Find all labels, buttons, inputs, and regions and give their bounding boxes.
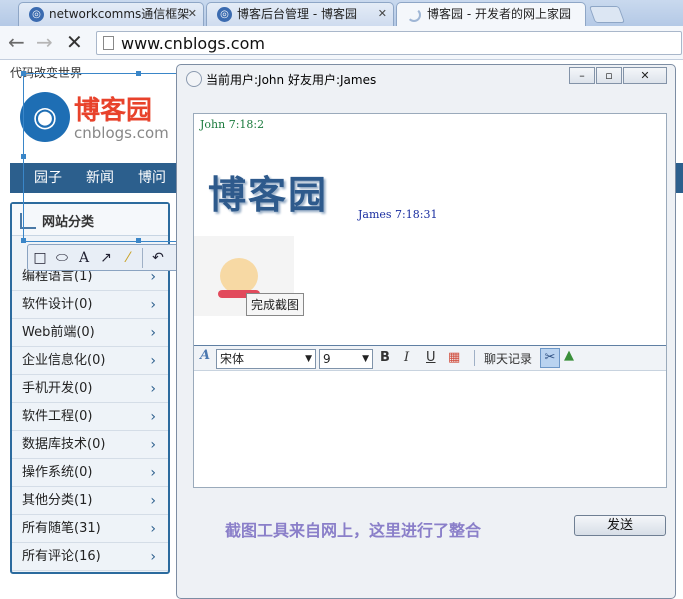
category-label: 操作系统(0) <box>22 465 93 480</box>
arrow-tool-icon[interactable]: ↗ <box>96 248 116 268</box>
chat-history-button[interactable]: 聊天记录 <box>484 350 532 367</box>
chevron-right-icon: › <box>150 521 156 537</box>
resize-handle[interactable] <box>21 71 26 76</box>
message-header: James 7:18:31 <box>358 208 438 221</box>
globe-icon: ◎ <box>29 7 44 22</box>
message-big-text: 博客园 <box>208 172 329 217</box>
globe-icon: ◎ <box>217 7 232 22</box>
category-label: 所有随笔(31) <box>22 521 101 536</box>
resize-handle[interactable] <box>21 154 26 159</box>
chevron-right-icon: › <box>150 409 156 425</box>
app-icon <box>186 71 202 87</box>
message-input[interactable] <box>194 372 666 487</box>
category-label: 数据库技术(0) <box>22 437 106 452</box>
new-tab-button[interactable] <box>588 6 626 23</box>
category-item[interactable]: 软件设计(0) › <box>12 291 168 319</box>
stop-loading-icon[interactable]: ✕ <box>66 31 83 53</box>
tab-networkcomms[interactable]: ◎ networkcomms通信框架 ✕ <box>18 2 204 26</box>
category-item[interactable]: 软件工程(0) › <box>12 403 168 431</box>
chevron-right-icon: › <box>150 325 156 341</box>
chevron-right-icon: › <box>150 353 156 369</box>
screenshot-icon[interactable]: ✂ <box>540 348 560 368</box>
category-item[interactable]: 手机开发(0) › <box>12 375 168 403</box>
font-size-select[interactable]: 9 ▼ <box>319 349 373 369</box>
close-tab-icon[interactable]: ✕ <box>188 3 197 25</box>
font-family-select[interactable]: 宋体 ▼ <box>216 349 316 369</box>
resize-handle[interactable] <box>21 238 26 243</box>
category-label: 手机开发(0) <box>22 381 93 396</box>
category-item[interactable]: 其他分类(1) › <box>12 487 168 515</box>
category-label: 软件工程(0) <box>22 409 93 424</box>
font-size-value: 9 <box>323 352 331 366</box>
category-label: 所有评论(16) <box>22 549 101 564</box>
tab-title: 博客后台管理 - 博客园 <box>237 7 357 21</box>
category-item[interactable]: 所有随笔(31) › <box>12 515 168 543</box>
category-label: 软件设计(0) <box>22 297 93 312</box>
chevron-down-icon: ▼ <box>305 354 312 364</box>
rectangle-tool-icon[interactable]: □ <box>30 248 50 268</box>
brush-tool-icon[interactable]: ⁄ <box>118 248 138 268</box>
undo-icon[interactable]: ↶ <box>148 248 168 268</box>
chevron-right-icon: › <box>150 437 156 453</box>
color-palette-icon[interactable]: ▦ <box>448 350 460 365</box>
close-window-button[interactable]: ✕ <box>623 67 667 84</box>
category-item[interactable]: 所有评论(16) › <box>12 543 168 571</box>
font-family-value: 宋体 <box>220 352 245 366</box>
tab-title: networkcomms通信框架 <box>49 7 190 21</box>
ellipse-tool-icon[interactable]: ⬭ <box>52 248 72 268</box>
category-label: 其他分类(1) <box>22 493 93 508</box>
page-icon <box>103 36 114 50</box>
category-label: 企业信息化(0) <box>22 353 106 368</box>
tab-title: 博客园 - 开发者的网上家园 <box>427 7 571 21</box>
chevron-right-icon: › <box>150 493 156 509</box>
close-tab-icon[interactable]: ✕ <box>378 3 387 25</box>
address-bar[interactable]: www.cnblogs.com <box>96 31 682 55</box>
maximize-button[interactable]: ▫ <box>596 67 622 84</box>
chat-titlebar[interactable]: 当前用户:John 好友用户:James – ▫ ✕ <box>177 65 675 93</box>
minimize-button[interactable]: – <box>569 67 595 84</box>
bold-icon[interactable]: B <box>380 350 390 365</box>
browser-tab-strip: ◎ networkcomms通信框架 ✕ ◎ 博客后台管理 - 博客园 ✕ 博客… <box>0 0 683 27</box>
tab-cnblogs-home[interactable]: 博客园 - 开发者的网上家园 <box>396 2 586 27</box>
text-tool-icon[interactable]: A <box>74 248 94 268</box>
message-header: John 7:18:2 <box>200 118 265 131</box>
category-item[interactable]: 数据库技术(0) › <box>12 431 168 459</box>
underline-icon[interactable]: U <box>426 350 436 365</box>
toolbar-divider <box>474 350 475 366</box>
category-label: Web前端(0) <box>22 325 95 340</box>
format-toolbar: A 宋体 ▼ 9 ▼ B I U ▦ 聊天记录 ✂ ▲ <box>194 345 666 371</box>
chevron-right-icon: › <box>150 381 156 397</box>
category-item[interactable]: 操作系统(0) › <box>12 459 168 487</box>
footer-note: 截图工具来自网上，这里进行了整合 <box>225 521 482 540</box>
capture-tooltip: 完成截图 <box>246 293 305 316</box>
forward-arrow-icon[interactable]: → <box>36 31 53 53</box>
toolbar-divider <box>142 248 143 268</box>
sticker-face <box>220 258 258 294</box>
font-style-icon[interactable]: A <box>200 348 210 363</box>
category-item[interactable]: Web前端(0) › <box>12 319 168 347</box>
send-button[interactable]: 发送 <box>574 515 666 536</box>
back-arrow-icon[interactable]: ← <box>8 31 25 53</box>
category-item[interactable]: 企业信息化(0) › <box>12 347 168 375</box>
chevron-down-icon: ▼ <box>362 354 369 364</box>
chevron-right-icon: › <box>150 549 156 565</box>
url-text: www.cnblogs.com <box>121 34 265 53</box>
chevron-right-icon: › <box>150 297 156 313</box>
category-label: 编程语言(1) <box>22 269 93 284</box>
image-icon[interactable]: ▲ <box>564 348 574 363</box>
chat-title: 当前用户:John 好友用户:James <box>206 73 377 87</box>
italic-icon[interactable]: I <box>404 350 409 365</box>
tab-blog-admin[interactable]: ◎ 博客后台管理 - 博客园 ✕ <box>206 2 394 26</box>
resize-handle[interactable] <box>136 71 141 76</box>
chat-window: 当前用户:John 好友用户:James – ▫ ✕ John 7:18:2 博… <box>176 64 676 599</box>
resize-handle[interactable] <box>136 238 141 243</box>
chevron-right-icon: › <box>150 465 156 481</box>
loading-spinner-icon <box>407 8 421 22</box>
